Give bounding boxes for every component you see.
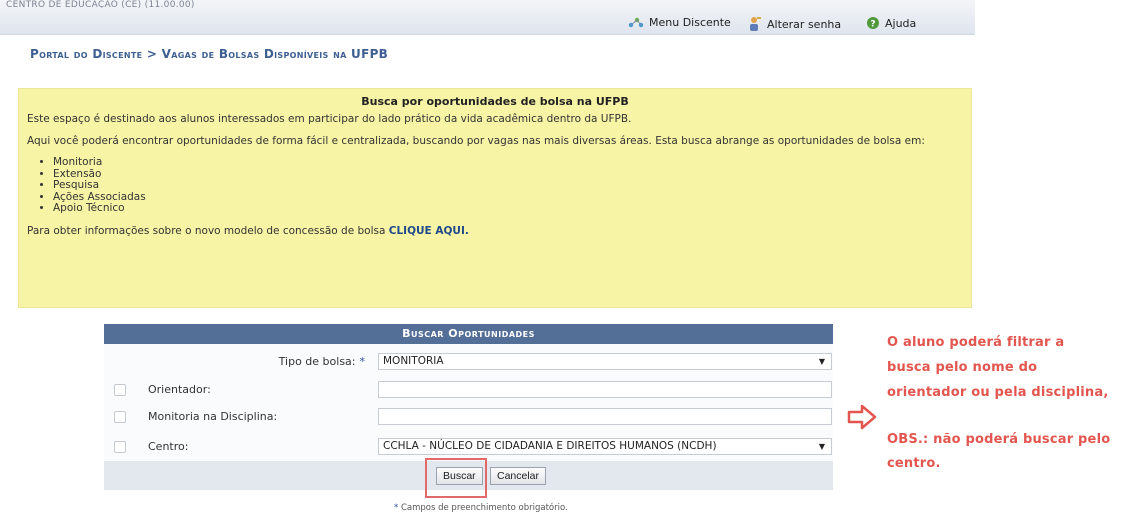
arrow-right-icon [847, 404, 877, 434]
centro-select[interactable]: CCHLA - NÚCLEO DE CIDADANIA E DIREITOS H… [378, 438, 832, 455]
info-paragraph-1: Este espaço é destinado aos alunos inter… [27, 113, 632, 125]
disciplina-input[interactable] [378, 408, 832, 425]
required-note-text: Campos de preenchimento obrigatório. [400, 503, 568, 513]
list-item: Extensão [53, 168, 963, 181]
list-item: Monitoria [53, 156, 963, 169]
required-note: * Campos de preenchimento obrigatório. [394, 503, 568, 513]
tipo-bolsa-value: MONITORIA [383, 355, 444, 367]
breadcrumb: Portal do Discente > Vagas de Bolsas Dis… [30, 47, 389, 61]
centro-value: CCHLA - NÚCLEO DE CIDADANIA E DIREITOS H… [383, 440, 717, 452]
annotation-line-2: busca pelo nome do [887, 360, 1038, 375]
menu-discente-link[interactable]: Menu Discente [628, 16, 731, 29]
annotation-line-3: orientador ou pela disciplina, [887, 385, 1109, 400]
menu-icon [628, 17, 644, 29]
chevron-down-icon: ▼ [818, 357, 825, 366]
svg-text:?: ? [870, 20, 875, 30]
orientador-label: Orientador: [148, 383, 211, 396]
annotation-line-5: centro. [887, 456, 941, 471]
top-bar: CENTRO DE EDUCAÇÃO (CE) (11.00.00) Menu … [0, 0, 975, 35]
info-paragraph-2: Aqui você poderá encontrar oportunidades… [27, 135, 925, 147]
tipo-bolsa-label: Tipo de bolsa: * [279, 355, 365, 368]
info-paragraph-3-text: Para obter informações sobre o novo mode… [27, 224, 386, 237]
annotation-line-4: OBS.: não poderá buscar pelo [887, 432, 1111, 447]
alterar-senha-label: Alterar senha [767, 17, 842, 31]
list-item: Pesquisa [53, 179, 963, 192]
orientador-checkbox[interactable] [114, 384, 126, 396]
info-title: Busca por oportunidades de bolsa na UFPB [361, 95, 629, 108]
tipo-bolsa-label-text: Tipo de bolsa: [278, 355, 356, 368]
disciplina-label: Monitoria na Disciplina: [148, 410, 278, 423]
list-item: Ações Associadas [53, 191, 963, 204]
disciplina-checkbox[interactable] [114, 411, 126, 423]
tipo-bolsa-select[interactable]: MONITORIA ▼ [378, 353, 832, 370]
annotation-line-1: O aluno poderá filtrar a [887, 335, 1065, 350]
required-icon: * [394, 503, 399, 513]
user-key-icon [748, 16, 762, 32]
chevron-down-icon: ▼ [818, 442, 825, 451]
centro-checkbox[interactable] [114, 441, 126, 453]
scholarship-type-list: Monitoria Extensão Pesquisa Ações Associ… [41, 156, 963, 215]
help-icon: ? [866, 16, 880, 30]
info-paragraph-3: Para obter informações sobre o novo mode… [27, 225, 963, 238]
cancelar-button[interactable]: Cancelar [490, 467, 547, 485]
center-text: CENTRO DE EDUCAÇÃO (CE) (11.00.00) [6, 0, 195, 8]
orientador-input[interactable] [378, 381, 832, 398]
list-item: Apoio Técnico [53, 202, 963, 215]
ajuda-label: Ajuda [885, 16, 917, 30]
menu-discente-label: Menu Discente [649, 16, 731, 29]
form-title: Buscar Oportunidades [104, 324, 833, 344]
ajuda-link[interactable]: ? Ajuda [866, 16, 916, 30]
centro-label: Centro: [148, 440, 189, 453]
required-icon: * [359, 355, 366, 368]
clique-aqui-link[interactable]: CLIQUE AQUI. [389, 225, 469, 237]
info-box: Busca por oportunidades de bolsa na UFPB… [18, 88, 972, 308]
highlight-box [425, 458, 487, 498]
alterar-senha-link[interactable]: Alterar senha [748, 16, 841, 32]
